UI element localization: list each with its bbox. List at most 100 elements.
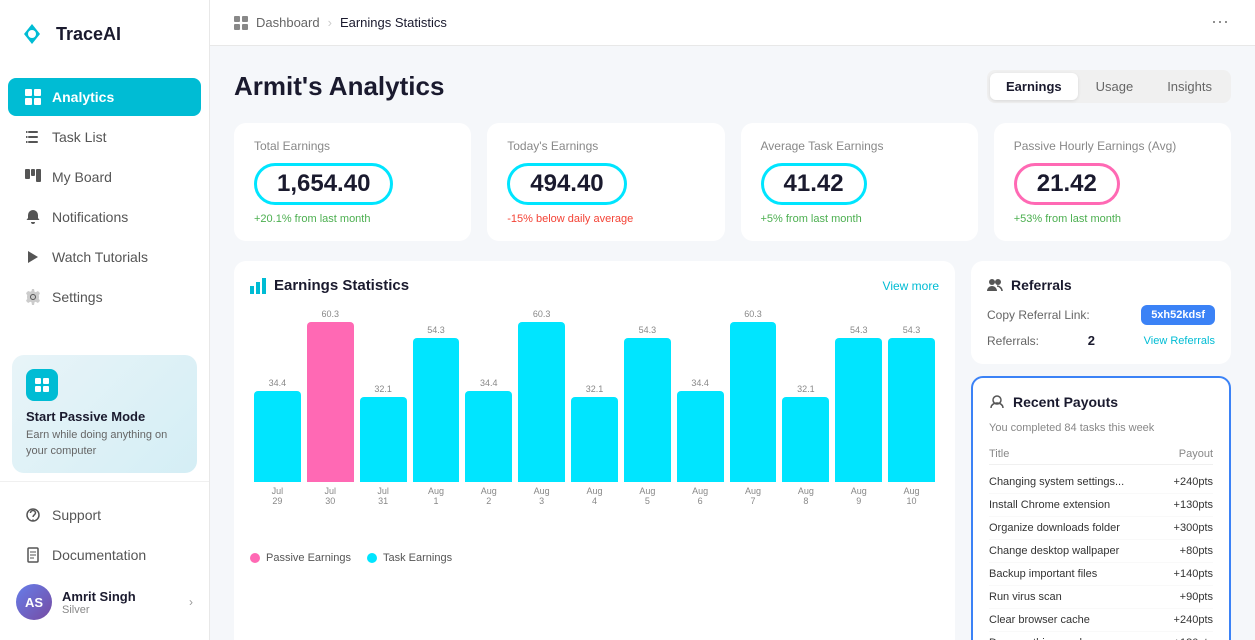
referrals-icon <box>987 277 1003 293</box>
tab-earnings[interactable]: Earnings <box>990 73 1078 100</box>
sidebar-item-notifications-label: Notifications <box>52 209 128 225</box>
user-tier: Silver <box>62 604 136 616</box>
bar-label: Aug9 <box>851 486 867 506</box>
ref-link-row: Copy Referral Link: 5xh52kdsf <box>987 305 1215 325</box>
user-name: Amrit Singh <box>62 589 136 604</box>
dashboard-icon <box>234 16 248 30</box>
stat-todays-change: -15% below daily average <box>507 213 704 225</box>
logo: TraceAI <box>0 0 209 68</box>
chart-title: Earnings Statistics <box>274 277 409 294</box>
legend-passive: Passive Earnings <box>250 552 351 564</box>
bar-value: 32.1 <box>797 384 815 394</box>
legend-passive-dot <box>250 553 260 563</box>
sidebar-item-my-board-label: My Board <box>52 169 112 185</box>
sidebar-item-notifications[interactable]: Notifications <box>8 198 201 236</box>
more-options-icon[interactable]: ⋯ <box>1211 12 1231 33</box>
sidebar-item-my-board[interactable]: My Board <box>8 158 201 196</box>
payout-amount: +90pts <box>1180 591 1213 603</box>
avatar: AS <box>16 584 52 620</box>
bar-label: Aug3 <box>534 486 550 506</box>
view-more-link[interactable]: View more <box>883 279 939 293</box>
sidebar-item-support-label: Support <box>52 507 101 523</box>
referrals-title: Referrals <box>1011 277 1072 293</box>
breadcrumb-separator: › <box>328 15 332 30</box>
sidebar-item-watch-tutorials-label: Watch Tutorials <box>52 249 148 265</box>
bar-group: 34.4Aug6 <box>677 378 724 506</box>
view-referrals-link[interactable]: View Referrals <box>1144 335 1215 347</box>
payout-amount: +240pts <box>1174 476 1213 488</box>
sidebar-item-settings-label: Settings <box>52 289 103 305</box>
bar-group: 54.3Aug1 <box>413 325 460 506</box>
right-column: Referrals Copy Referral Link: 5xh52kdsf … <box>971 261 1231 640</box>
tab-insights[interactable]: Insights <box>1151 73 1228 100</box>
payout-task-title: Backup important files <box>989 568 1174 580</box>
payout-row: Backup important files+140pts <box>989 563 1213 586</box>
breadcrumb-parent[interactable]: Dashboard <box>256 15 320 30</box>
bar-label: Aug4 <box>586 486 602 506</box>
ref-count-value: 2 <box>1088 333 1095 348</box>
app-name: TraceAI <box>56 24 121 45</box>
payout-row: Change desktop wallpaper+80pts <box>989 540 1213 563</box>
bar-label: Aug8 <box>798 486 814 506</box>
stat-passive-value: 21.42 <box>1014 163 1120 205</box>
bar <box>677 391 724 482</box>
stat-total-earnings-value: 1,654.40 <box>254 163 393 205</box>
payout-rows: Changing system settings...+240ptsInstal… <box>989 471 1213 640</box>
bar-value: 54.3 <box>850 325 868 335</box>
bar-group: 60.3Aug7 <box>730 309 777 506</box>
two-col-layout: Earnings Statistics View more 34.4Jul296… <box>234 261 1231 640</box>
stat-avg-task-change: +5% from last month <box>761 213 958 225</box>
payout-row: Changing system settings...+240pts <box>989 471 1213 494</box>
passive-mode-desc: Earn while doing anything on your comput… <box>26 428 183 459</box>
payout-task-title: Run virus scan <box>989 591 1180 603</box>
stat-passive-change: +53% from last month <box>1014 213 1211 225</box>
ref-count-row: Referrals: 2 View Referrals <box>987 333 1215 348</box>
sidebar-item-task-list[interactable]: Task List <box>8 118 201 156</box>
stat-total-earnings-label: Total Earnings <box>254 139 451 153</box>
board-icon <box>24 168 42 186</box>
bar-value: 54.3 <box>903 325 921 335</box>
support-icon <box>24 506 42 524</box>
stat-todays-label: Today's Earnings <box>507 139 704 153</box>
sidebar-nav: Analytics Task List My Board Notificatio… <box>0 68 209 347</box>
payout-task-title: Install Chrome extension <box>989 499 1174 511</box>
bar <box>254 391 301 482</box>
bar-value: 34.4 <box>480 378 498 388</box>
bar <box>307 322 354 482</box>
payout-task-title: Changing system settings... <box>989 476 1174 488</box>
bar <box>782 397 829 482</box>
payout-row: Do something random+180pts <box>989 632 1213 640</box>
tab-usage[interactable]: Usage <box>1080 73 1150 100</box>
user-profile[interactable]: AS Amrit Singh Silver › <box>0 576 209 628</box>
payout-amount: +240pts <box>1174 614 1213 626</box>
bar-label: Aug10 <box>904 486 920 506</box>
passive-mode-icon <box>26 369 58 401</box>
main-area: Dashboard › Earnings Statistics ⋯ Armit'… <box>210 0 1255 640</box>
payouts-col-payout: Payout <box>1179 448 1213 460</box>
payout-amount: +130pts <box>1174 499 1213 511</box>
bar-value: 54.3 <box>427 325 445 335</box>
sidebar-item-watch-tutorials[interactable]: Watch Tutorials <box>8 238 201 276</box>
sidebar-item-analytics-label: Analytics <box>52 89 114 105</box>
sidebar-item-analytics[interactable]: Analytics <box>8 78 201 116</box>
bar <box>624 338 671 482</box>
payout-amount: +140pts <box>1174 568 1213 580</box>
passive-mode-card[interactable]: Start Passive Mode Earn while doing anyt… <box>12 355 197 473</box>
sidebar-item-settings[interactable]: Settings <box>8 278 201 316</box>
payouts-header: Recent Payouts <box>989 394 1213 410</box>
sidebar-item-documentation[interactable]: Documentation <box>8 536 201 574</box>
bar-group: 32.1 Aug8 <box>782 384 829 506</box>
chart-bar-icon <box>250 278 266 294</box>
sidebar-item-support[interactable]: Support <box>8 496 201 534</box>
bar-group: 34.4Aug2 <box>465 378 512 506</box>
bar-group: 54.3 Aug9 <box>835 325 882 506</box>
bar-group: 60.3Aug3 <box>518 309 565 506</box>
bar-group: 54.3Aug5 <box>624 325 671 506</box>
bar <box>518 322 565 482</box>
main-content: Armit's Analytics Earnings Usage Insight… <box>210 46 1255 640</box>
chevron-right-icon: › <box>189 595 193 609</box>
bar <box>888 338 935 482</box>
chart-bars: 34.4Jul2960.3Jul3032.1Jul3154.3Aug134.4A… <box>250 306 939 506</box>
topbar-actions: ⋯ <box>1211 12 1231 33</box>
ref-link-value[interactable]: 5xh52kdsf <box>1141 305 1215 325</box>
